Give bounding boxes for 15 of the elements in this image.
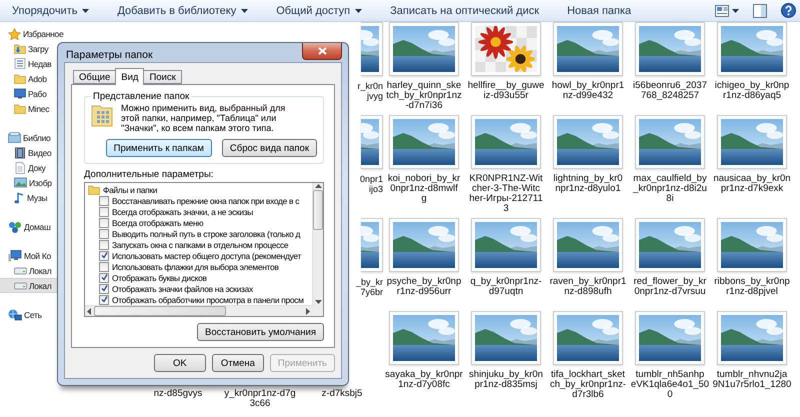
option-label: Выводить полный путь в строке заголовка (только д: [112, 228, 300, 238]
option-label: Отображать буквы дисков: [112, 272, 207, 282]
option-label: Всегда отображать значки, а не эскизы: [112, 206, 254, 216]
option-label: Всегда отображать меню: [112, 218, 204, 228]
category-label: Файлы и папки: [103, 184, 158, 194]
option-label: Восстанавливать прежние окна папок при входе в с: [112, 196, 300, 206]
dialog-title: Параметры папок: [66, 49, 153, 61]
option-label: Использовать флажки для выбора элементов: [112, 262, 278, 272]
option-label: Запускать окна с папками в отдельном процессе: [112, 240, 288, 250]
option-label: Отображать обработчики просмотра в панели просм: [112, 294, 304, 304]
option-label: Отображать значки файлов на эскизах: [112, 284, 253, 294]
group-title: Представление папок: [92, 91, 190, 102]
option-label: Использовать мастер общего доступа (рекомендует: [112, 250, 302, 260]
description-text: Можно применить вид, выбранный для этой папки, например, "Таблица" или "Значки", ко всем папкам этого типа.: [121, 103, 286, 133]
section-label: Дополнительные параметры:: [84, 169, 214, 180]
